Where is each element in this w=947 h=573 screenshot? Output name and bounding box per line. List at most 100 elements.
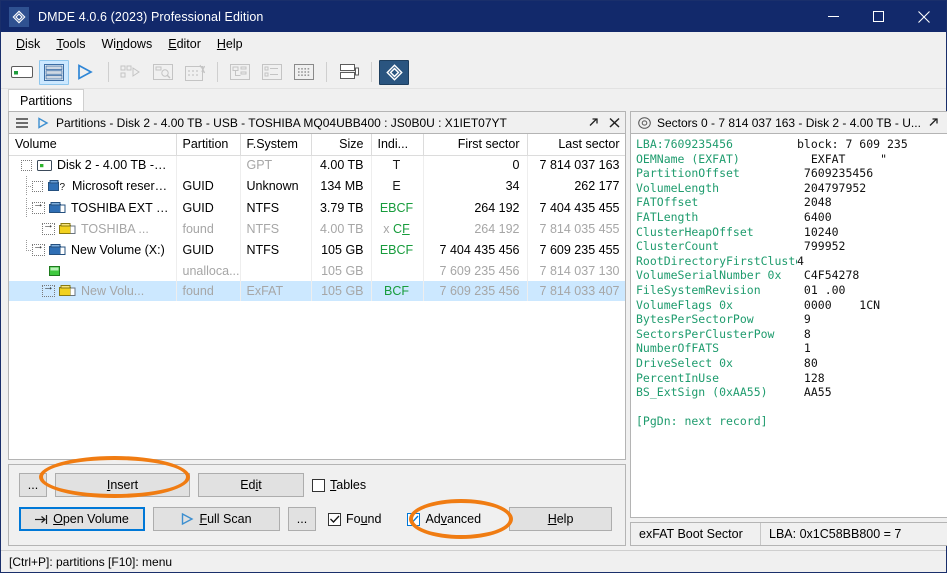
sector-lba-label: LBA: 0x1C58BB800 = 7	[769, 527, 902, 541]
advanced-checkbox-label: Advanced	[425, 512, 482, 526]
drive-icon[interactable]	[7, 60, 37, 85]
edit-label: Edit	[240, 478, 262, 492]
run-icon[interactable]	[71, 60, 101, 85]
hamburger-icon[interactable]	[14, 115, 30, 131]
advanced-checkbox[interactable]: Advanced	[407, 512, 481, 526]
partitions-list-icon[interactable]	[39, 59, 69, 85]
tree-view-icon	[225, 60, 255, 85]
volume-unknown-icon: ?	[48, 180, 67, 192]
close-window-icon[interactable]	[606, 115, 622, 131]
tab-strip: Partitions	[1, 89, 946, 111]
cell-volume: TOSHIBA EXT (E:)	[9, 197, 177, 219]
row-checkbox[interactable]	[21, 159, 32, 171]
column-header-last-sector[interactable]: Last sector	[527, 134, 625, 156]
row-expand-arrow[interactable]	[42, 219, 55, 235]
menu-tools[interactable]: Tools	[48, 35, 93, 54]
insert-button[interactable]: Insert	[55, 473, 190, 497]
actions-panel: ... Insert Edit Tables Open Volume Full …	[8, 464, 626, 546]
cell-volume: Disk 2 - 4.00 TB - U...	[9, 155, 177, 175]
sector-record-line: [PgDn: next record]	[636, 414, 768, 429]
help-button[interactable]: Help	[509, 507, 613, 531]
sector-record-line: OEMName (EXFAT) EXFAT "	[636, 151, 888, 166]
dmde-logo-icon	[9, 6, 29, 27]
menu-disk[interactable]: Disk	[8, 35, 48, 54]
clone-icon[interactable]	[334, 60, 364, 85]
sector-record-text[interactable]: LBA:7609235456 block: 7 609 235 OEMName (…	[631, 134, 947, 517]
close-button[interactable]	[901, 1, 946, 32]
table-row[interactable]: Disk 2 - 4.00 TB - U... GPT 4.00 TB T 0 7 814…	[9, 155, 625, 175]
table-row[interactable]: unalloca... 105 GB 7 609 235 456 7 814 037 …	[9, 261, 625, 281]
table-row[interactable]: New Volu... foundExFAT105 GBBCF7 609 235 …	[9, 281, 625, 301]
tab-partitions[interactable]: Partitions	[8, 89, 85, 111]
advanced-checkbox-box	[407, 512, 421, 526]
table-row[interactable]: TOSHIBA ... foundNTFS4.00 TBx CF264 1927 …	[9, 219, 625, 239]
partitions-pane: Partitions - Disk 2 - 4.00 TB - USB - TO…	[8, 111, 626, 546]
partitions-pane-title: Partitions - Disk 2 - 4.00 TB - USB - TO…	[56, 115, 507, 130]
column-header-size[interactable]: Size	[311, 134, 372, 156]
sector-disk-icon	[636, 115, 652, 131]
maximize-button[interactable]	[856, 1, 901, 32]
cell-size: 4.00 TB	[311, 219, 372, 239]
volume-blue-icon	[49, 244, 66, 256]
dmde-brand-icon[interactable]	[379, 59, 409, 85]
cell-first-sector: 34	[423, 175, 528, 197]
cell-volume: New Volu...	[9, 281, 177, 301]
sector-record-line: SectorsPerClusterPow 8	[636, 326, 811, 341]
cell-partition: found	[176, 219, 241, 239]
cell-fsystem: NTFS	[240, 197, 312, 219]
restore-window-icon[interactable]	[926, 115, 942, 131]
row-expand-arrow[interactable]	[42, 281, 55, 297]
open-volume-button[interactable]: Open Volume	[19, 507, 145, 531]
volume-label: Disk 2 - 4.00 TB - U...	[57, 158, 169, 173]
menu-editor[interactable]: Editor	[160, 35, 209, 54]
unallocated-icon	[49, 266, 60, 276]
edit-button[interactable]: Edit	[198, 473, 304, 497]
found-checkbox-label: Found	[346, 512, 382, 526]
table-row[interactable]: ? Microsoft reserv... GUID Unknown 134 MB E 34…	[9, 175, 625, 197]
row-expand-arrow[interactable]	[32, 240, 45, 256]
column-header-partition[interactable]: Partition	[176, 134, 241, 156]
volume-label: New Volume (X:)	[71, 243, 165, 257]
insert-label: Insert	[106, 478, 139, 492]
column-header-fsystem[interactable]: F.System	[240, 134, 312, 156]
more-options-bottom-button[interactable]: ...	[288, 507, 316, 531]
tree-line	[21, 240, 32, 260]
full-scan-button[interactable]: Full Scan	[153, 507, 280, 531]
more-options-top-button[interactable]: ...	[19, 473, 47, 497]
menu-windows[interactable]: Windows	[94, 35, 161, 54]
window-title: DMDE 4.0.6 (2023) Professional Edition	[38, 9, 264, 24]
row-checkbox[interactable]	[32, 180, 43, 192]
table-row[interactable]: New Volume (X:) GUIDNTFS105 GBEBCF7 404 4…	[9, 239, 625, 261]
cell-first-sector: 264 192	[423, 197, 528, 219]
column-header-first-sector[interactable]: First sector	[423, 134, 528, 156]
cell-last-sector: 7 404 435 455	[527, 197, 625, 219]
tables-checkbox[interactable]: Tables	[312, 478, 366, 492]
cell-size: 105 GB	[311, 261, 372, 281]
cell-indicators: EBCF	[371, 239, 424, 261]
cell-fsystem: GPT	[240, 155, 312, 175]
full-scan-label: Full Scan	[199, 512, 252, 526]
cell-indicators: EBCF	[371, 197, 424, 219]
partitions-table-body: Disk 2 - 4.00 TB - U... GPT 4.00 TB T 0 7 814…	[9, 155, 625, 301]
partitions-table-container: Volume Partition F.System Size Indi... F…	[8, 134, 626, 460]
table-row[interactable]: TOSHIBA EXT (E:) GUIDNTFS3.79 TBEBCF264 1…	[9, 197, 625, 219]
cell-volume: New Volume (X:)	[9, 239, 177, 261]
cell-partition: GUID	[176, 239, 241, 261]
cell-last-sector: 7 814 037 130	[527, 261, 625, 281]
cell-volume: ? Microsoft reserv...	[9, 175, 177, 197]
minimize-button[interactable]	[811, 1, 856, 32]
hex-view-icon[interactable]	[289, 60, 319, 85]
cell-last-sector: 7 814 035 455	[527, 219, 625, 239]
play-triangle-icon[interactable]	[35, 115, 51, 131]
row-expand-arrow[interactable]	[32, 198, 45, 214]
sector-record-line: PercentInUse 128	[636, 370, 825, 385]
restore-window-icon[interactable]	[585, 115, 601, 131]
sectors-pane-title: Sectors 0 - 7 814 037 163 - Disk 2 - 4.0…	[657, 115, 921, 130]
menu-help[interactable]: Help	[209, 35, 251, 54]
cell-volume	[9, 261, 177, 281]
column-header-volume[interactable]: Volume	[9, 134, 177, 156]
new-scan-icon	[180, 60, 210, 85]
found-checkbox[interactable]: Found	[328, 512, 381, 526]
cell-indicators	[371, 261, 424, 281]
column-header-indicators[interactable]: Indi...	[371, 134, 424, 156]
